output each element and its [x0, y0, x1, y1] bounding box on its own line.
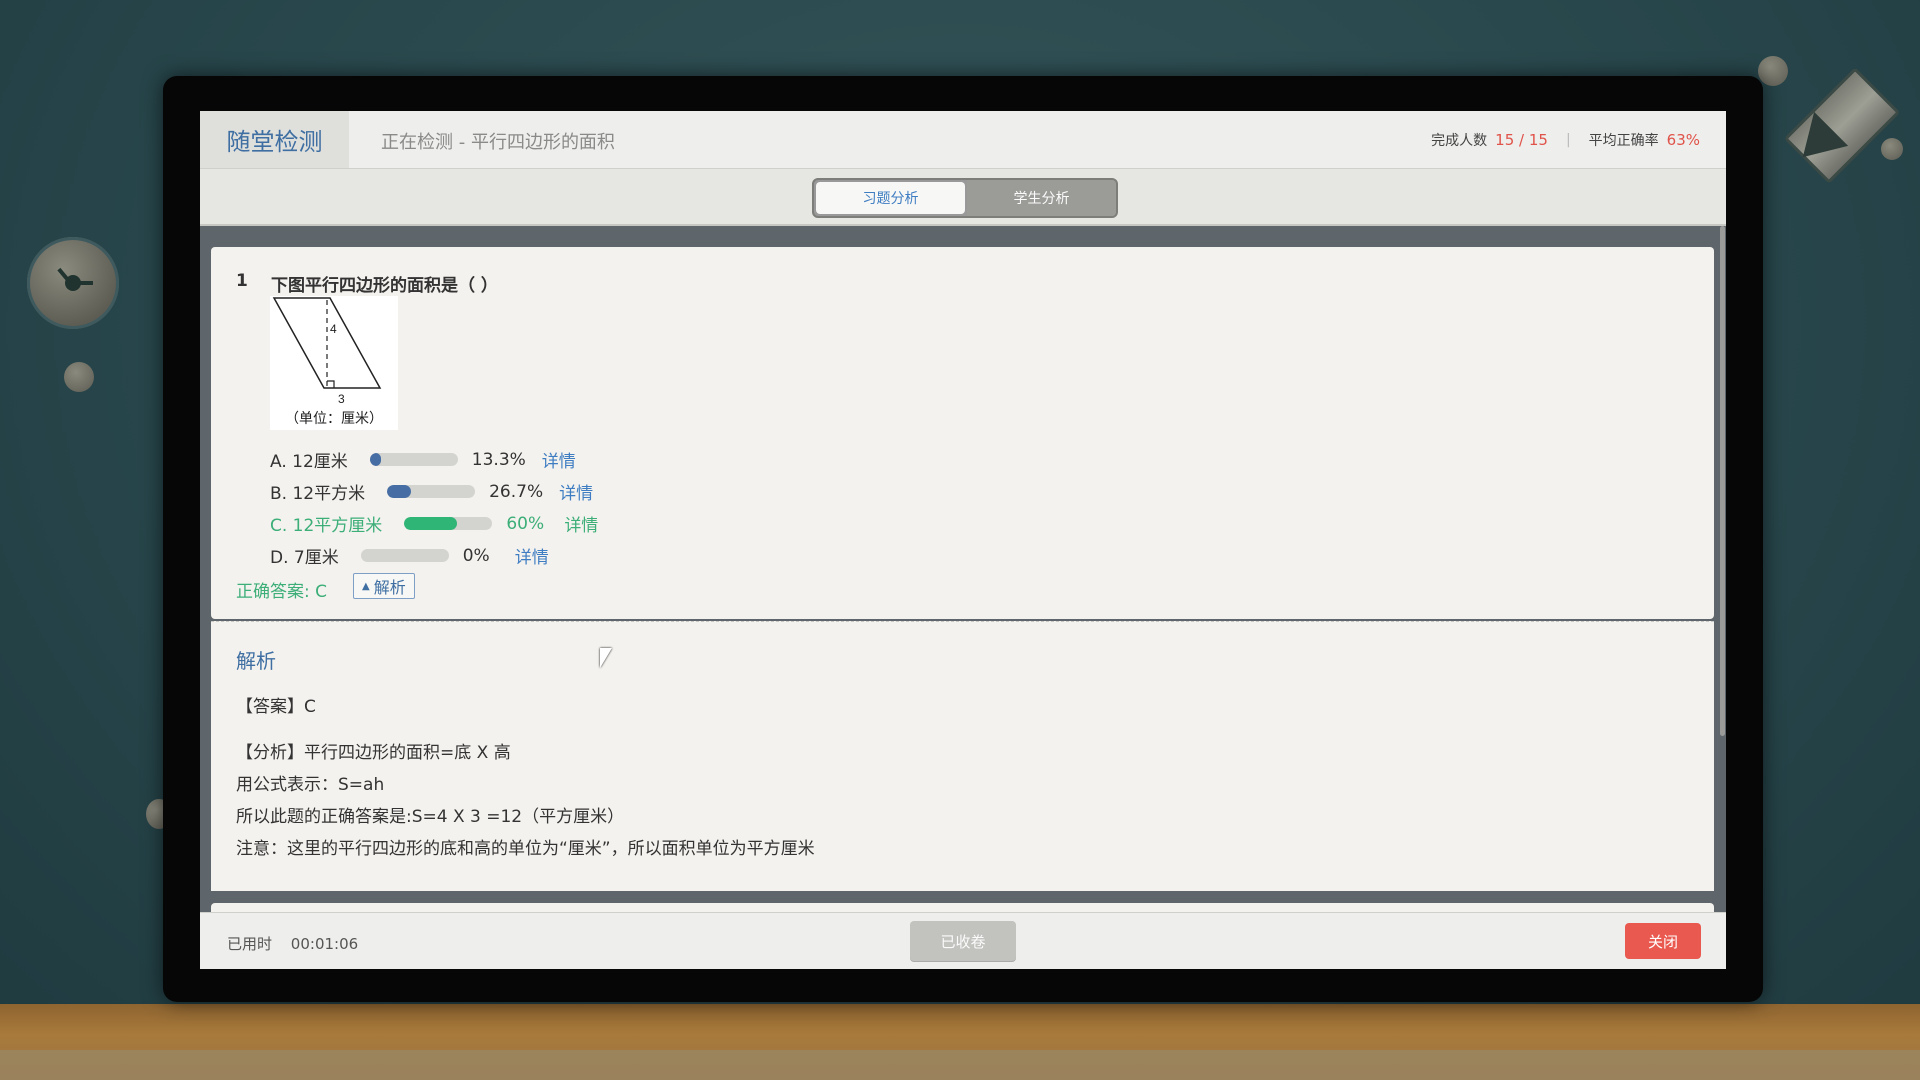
option-progress [360, 549, 449, 562]
analysis-line: 所以此题的正确答案是:S=4 X 3 =12（平方厘米） [236, 807, 625, 827]
option-percent: 60% [506, 513, 545, 534]
question-number: 1 [236, 271, 248, 291]
tab-group: 习题分析 学生分析 [812, 178, 1118, 218]
option-detail-link[interactable]: 详情 [515, 543, 549, 568]
avg-accuracy-label: 平均正确率 [1588, 133, 1659, 149]
elapsed-value: 00:01:06 [290, 935, 359, 953]
explanation-toggle-button[interactable]: ▲ 解析 [353, 573, 415, 599]
option-progress [369, 453, 458, 466]
option-d: D. 7厘米 0% 详情 [270, 543, 549, 569]
decor-knob [1758, 56, 1788, 86]
header-bar: 随堂检测 正在检测 - 平行四边形的面积 完成人数 15 / 15 | 平均正确… [200, 111, 1726, 169]
option-progress-fill [404, 517, 458, 530]
completed-label: 完成人数 [1431, 133, 1488, 149]
analysis-panel: 解析 【答案】C 【分析】平行四边形的面积=底 X 高 用公式表示：S=ah 所… [211, 621, 1714, 891]
analysis-line: 【分析】平行四边形的面积=底 X 高 [236, 743, 511, 763]
option-detail-link[interactable]: 详情 [559, 479, 593, 504]
base-label: 3 [338, 392, 345, 406]
parallelogram-diagram: 4 3 [272, 297, 382, 406]
option-progress [387, 485, 476, 498]
option-label: C. 12平方厘米 [270, 516, 383, 536]
option-label: D. 7厘米 [270, 548, 339, 568]
tab-student-analysis[interactable]: 学生分析 [967, 180, 1116, 216]
analysis-line: 注意：这里的平行四边形的底和高的单位为“厘米”，所以面积单位为平方厘米 [236, 839, 815, 859]
option-progress-fill [387, 485, 411, 498]
close-button[interactable]: 关闭 [1625, 923, 1701, 959]
mouse-cursor-icon [600, 648, 612, 668]
correct-answer: 正确答案: C [236, 582, 328, 602]
decor-knob [64, 362, 94, 392]
elapsed-time: 已用时 00:01:06 [227, 933, 358, 954]
stats-separator: | [1565, 132, 1571, 148]
completed-value: 15 / 15 [1495, 131, 1548, 149]
decor-knob [1881, 138, 1903, 160]
clock-icon [27, 237, 119, 329]
header-stats: 完成人数 15 / 15 | 平均正确率 63% [1431, 130, 1700, 150]
explanation-toggle-label: 解析 [373, 578, 406, 597]
option-percent: 13.3% [471, 449, 526, 470]
footer-bar: 已用时 00:01:06 已收卷 关闭 [200, 912, 1726, 969]
option-detail-link[interactable]: 详情 [564, 511, 598, 536]
height-label: 4 [330, 322, 337, 336]
option-detail-link[interactable]: 详情 [542, 447, 576, 472]
option-percent: 0% [462, 545, 490, 566]
option-label: A. 12厘米 [270, 452, 348, 472]
tab-bar: 习题分析 学生分析 [200, 169, 1726, 226]
unit-label: （单位：厘米） [285, 411, 383, 427]
app-window: 随堂检测 正在检测 - 平行四边形的面积 完成人数 15 / 15 | 平均正确… [200, 111, 1726, 969]
analysis-title: 解析 [236, 649, 276, 673]
analysis-line: 【答案】C [236, 697, 316, 717]
option-progress [404, 517, 493, 530]
option-c: C. 12平方厘米 60% 详情 [270, 511, 598, 537]
option-a: A. 12厘米 13.3% 详情 [270, 447, 576, 473]
elapsed-label: 已用时 [227, 935, 273, 953]
scrollbar-thumb[interactable] [1720, 226, 1725, 736]
option-progress-fill [369, 453, 382, 466]
avg-accuracy-value: 63% [1666, 131, 1700, 149]
option-label: B. 12平方米 [270, 484, 366, 504]
parallelogram-figure: 4 3 （单位：厘米） [270, 296, 398, 430]
page-subtitle: 正在检测 - 平行四边形的面积 [381, 132, 615, 153]
option-b: B. 12平方米 26.7% 详情 [270, 479, 593, 505]
triangle-up-icon: ▲ [362, 580, 370, 592]
question-card: 1 下图平行四边形的面积是（ ） 4 3 （单位：厘米） A. 12厘米 13.… [211, 247, 1714, 619]
question-text: 下图平行四边形的面积是（ ） [271, 276, 498, 296]
collected-button[interactable]: 已收卷 [910, 921, 1016, 961]
analysis-line: 用公式表示：S=ah [236, 775, 385, 795]
tab-question-analysis[interactable]: 习题分析 [816, 182, 965, 214]
app-title: 随堂检测 [200, 111, 349, 168]
option-percent: 26.7% [489, 481, 544, 502]
desk-edge [0, 1050, 1920, 1080]
